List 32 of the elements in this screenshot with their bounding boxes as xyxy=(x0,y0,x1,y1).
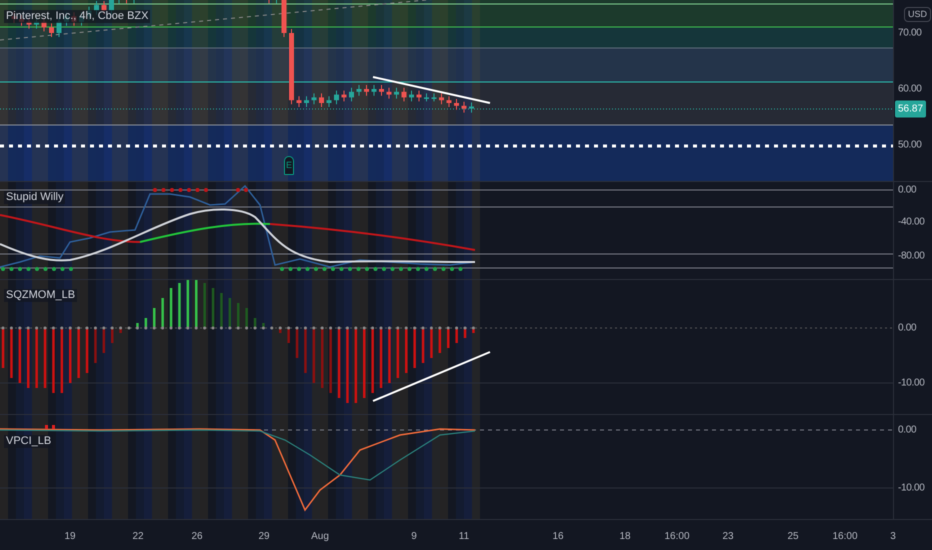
time-label: 23 xyxy=(722,530,734,544)
time-label: 29 xyxy=(258,530,270,544)
time-label: 16:00 xyxy=(832,530,858,544)
last-price-badge: 56.87 xyxy=(895,100,926,118)
time-label: 22 xyxy=(132,530,144,544)
time-label: 16 xyxy=(552,530,564,544)
time-label: 11 xyxy=(458,530,470,544)
axis-label: 0.00 xyxy=(898,322,916,336)
time-label: 19 xyxy=(64,530,76,544)
axis-label: 70.00 xyxy=(898,26,922,40)
axis-label: 60.00 xyxy=(898,82,922,96)
axis-label: -10.00 xyxy=(898,482,925,496)
axis-label: -40.00 xyxy=(898,216,925,230)
axis-label: 0.00 xyxy=(898,184,916,198)
chart-title: Pinterest, Inc., 4h, Cboe BZX xyxy=(4,10,150,23)
signal-marker-series xyxy=(45,425,55,429)
axis-label: 50.00 xyxy=(898,138,922,152)
indicator-title: VPCI_LB xyxy=(4,435,54,448)
currency-button[interactable]: USD xyxy=(904,7,932,22)
time-label: 3 xyxy=(890,530,896,544)
time-label: Aug xyxy=(311,530,329,544)
axis-label: 0.00 xyxy=(898,424,916,438)
axis-label: -80.00 xyxy=(898,250,925,264)
indicator-title: Stupid Willy xyxy=(4,191,66,204)
time-label: 26 xyxy=(191,530,203,544)
earnings-marker: E xyxy=(284,156,294,175)
time-label: 25 xyxy=(787,530,799,544)
time-label: 9 xyxy=(411,530,417,544)
axis-label: -10.00 xyxy=(898,376,925,390)
time-label: 16:00 xyxy=(664,530,690,544)
indicator-title: SQZMOM_LB xyxy=(4,289,78,302)
time-label: 18 xyxy=(619,530,631,544)
